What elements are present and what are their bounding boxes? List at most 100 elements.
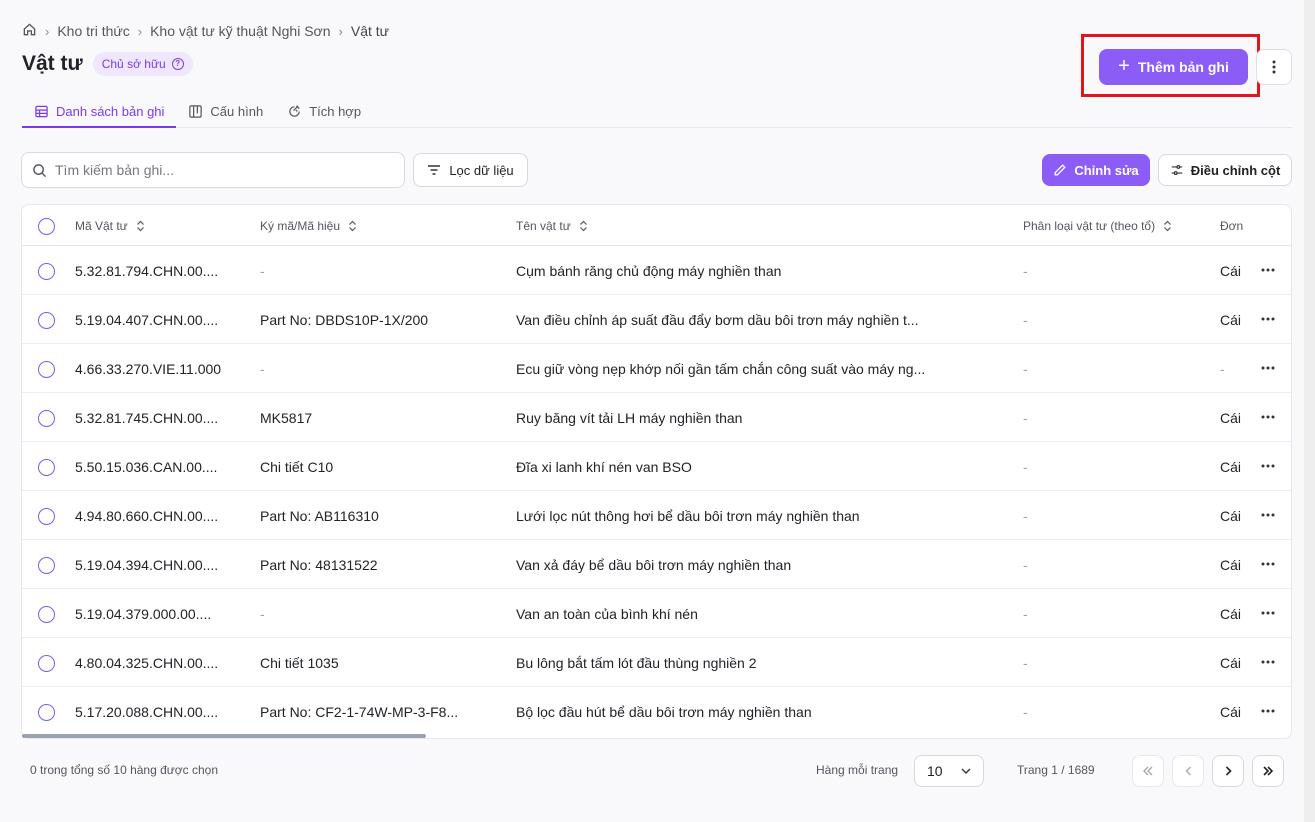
sort-icon <box>1164 220 1172 231</box>
adjust-columns-button[interactable]: Điều chỉnh cột <box>1158 154 1292 186</box>
column-header-unit-label: Đơn <box>1220 218 1244 233</box>
cell-name: Bộ lọc đầu hút bể dầu bôi trơn máy nghiề… <box>516 703 812 720</box>
select-all-radio[interactable] <box>38 218 55 235</box>
sliders-icon <box>1171 165 1182 175</box>
horizontal-ellipsis-icon <box>1261 415 1275 419</box>
layout-icon <box>189 105 203 118</box>
search-box[interactable] <box>21 152 405 188</box>
horizontal-ellipsis-icon <box>1261 268 1275 272</box>
chevron-right-icon <box>1225 766 1232 776</box>
table-row[interactable]: 5.32.81.745.CHN.00.... MK5817 Ruy băng vít… <box>22 393 1291 442</box>
row-select-radio[interactable] <box>38 459 55 476</box>
next-page-button[interactable] <box>1212 755 1244 787</box>
last-page-button[interactable] <box>1252 755 1284 787</box>
rows-per-page-value: 10 <box>927 763 943 779</box>
row-select-radio[interactable] <box>38 410 55 427</box>
cell-name: Ecu giữ vòng nẹp khớp nối gần tấm chắn c… <box>516 360 926 377</box>
row-select-radio[interactable] <box>38 263 55 280</box>
cell-unit: Cái <box>1220 409 1242 426</box>
table-row[interactable]: 5.32.81.794.CHN.00.... - Cụm bánh răng chủ… <box>22 246 1291 295</box>
search-icon <box>33 163 47 177</box>
filter-button[interactable]: Lọc dữ liệu <box>413 153 528 187</box>
row-select-radio[interactable] <box>38 606 55 623</box>
column-header-category[interactable]: Phân loại vật tư (theo tổ) <box>1023 205 1172 246</box>
row-select-radio[interactable] <box>38 704 55 721</box>
cell-code: 4.94.80.660.CHN.00.... <box>75 507 219 524</box>
cell-mark: - <box>260 605 265 622</box>
add-record-button[interactable]: + Thêm bản ghi <box>1099 49 1248 85</box>
cell-name: Van điều chỉnh áp suất đầu đẩy bơm dầu b… <box>516 311 919 328</box>
row-actions-button[interactable] <box>1258 309 1278 329</box>
rows-per-page-select[interactable]: 10 <box>914 755 984 787</box>
filter-icon <box>428 165 441 175</box>
horizontal-ellipsis-icon <box>1261 611 1275 615</box>
column-header-unit[interactable]: Đơn <box>1220 205 1243 246</box>
cell-code: 4.80.04.325.CHN.00.... <box>75 654 219 671</box>
horizontal-ellipsis-icon <box>1261 366 1275 370</box>
row-actions-button[interactable] <box>1258 652 1278 672</box>
row-actions-button[interactable] <box>1258 358 1278 378</box>
tab-record-list[interactable]: Danh sách bản ghi <box>22 96 177 128</box>
cell-mark: - <box>260 262 265 279</box>
table-row[interactable]: 5.50.15.036.CAN.00.... Chi tiết C10 Đĩa xi… <box>22 442 1291 491</box>
pencil-icon <box>1054 164 1067 176</box>
table-row[interactable]: 4.66.33.270.VIE.11.000 - Ecu giữ vòng nẹp … <box>22 344 1291 393</box>
breadcrumb-item-warehouse[interactable]: Kho vật tư kỹ thuật Nghi Sơn <box>150 23 330 39</box>
cell-code: 4.66.33.270.VIE.11.000 <box>75 360 222 377</box>
row-actions-button[interactable] <box>1258 603 1278 623</box>
chevron-right-icon: › <box>137 23 143 39</box>
integration-icon <box>289 105 300 117</box>
column-header-mark[interactable]: Ký mã/Mã hiệu <box>260 205 357 246</box>
cell-unit: Cái <box>1220 654 1242 671</box>
horizontal-ellipsis-icon <box>1261 660 1275 664</box>
cell-mark: Chi tiết C10 <box>260 458 334 475</box>
cell-code: 5.19.04.379.000.00.... <box>75 605 212 622</box>
first-page-button[interactable] <box>1132 755 1164 787</box>
edit-button[interactable]: Chỉnh sửa <box>1042 154 1150 186</box>
row-select-radio[interactable] <box>38 508 55 525</box>
row-select-radio[interactable] <box>38 655 55 672</box>
cell-category: - <box>1023 409 1028 426</box>
chevrons-left-icon <box>1143 766 1153 776</box>
row-actions-button[interactable] <box>1258 260 1278 280</box>
row-actions-button[interactable] <box>1258 456 1278 476</box>
table-row[interactable]: 5.17.20.088.CHN.00.... Part No: CF2-1-74W… <box>22 687 1291 736</box>
previous-page-button[interactable] <box>1172 755 1204 787</box>
table-row[interactable]: 4.94.80.660.CHN.00.... Part No: AB116310 L… <box>22 491 1291 540</box>
row-select-radio[interactable] <box>38 557 55 574</box>
row-actions-button[interactable] <box>1258 554 1278 574</box>
cell-mark: MK5817 <box>260 409 313 426</box>
owner-badge: Chủ sở hữu ? <box>92 52 193 76</box>
help-icon[interactable]: ? <box>171 58 184 70</box>
tab-integration-label: Tích hợp <box>309 104 362 119</box>
row-select-radio[interactable] <box>38 312 55 329</box>
table-row[interactable]: 5.19.04.407.CHN.00.... Part No: DBDS10P-1… <box>22 295 1291 344</box>
row-actions-button[interactable] <box>1258 505 1278 525</box>
tab-integration[interactable]: Tích hợp <box>275 96 373 127</box>
search-input[interactable] <box>55 162 375 178</box>
cell-mark: Part No: CF2-1-74W-MP-3-F8... <box>260 703 459 720</box>
table-row[interactable]: 4.80.04.325.CHN.00.... Chi tiết 1035 Bu lô… <box>22 638 1291 687</box>
breadcrumb-item-current: Vật tư <box>350 23 390 39</box>
cell-code: 5.32.81.794.CHN.00.... <box>75 262 219 279</box>
column-header-category-label: Phân loại vật tư (theo tổ) <box>1023 218 1156 233</box>
row-actions-button[interactable] <box>1258 407 1278 427</box>
more-options-button[interactable] <box>1256 49 1292 85</box>
row-select-radio[interactable] <box>38 361 55 378</box>
cell-unit: Cái <box>1220 507 1242 524</box>
column-header-name[interactable]: Tên vật tư <box>516 205 588 246</box>
cell-name: Ruy băng vít tải LH máy nghiền than <box>516 409 743 426</box>
breadcrumb-item-knowledge[interactable]: Kho tri thức <box>57 23 129 39</box>
tab-config[interactable]: Cấu hình <box>176 96 275 127</box>
table-row[interactable]: 5.19.04.379.000.00.... - Van an toàn của b… <box>22 589 1291 638</box>
horizontal-scrollbar[interactable] <box>22 734 426 738</box>
row-actions-button[interactable] <box>1258 701 1278 721</box>
table-row[interactable]: 5.19.04.394.CHN.00.... Part No: 48131522 V… <box>22 540 1291 589</box>
cell-unit: - <box>1220 360 1225 377</box>
home-icon[interactable] <box>22 22 37 40</box>
cell-mark: Part No: DBDS10P-1X/200 <box>260 311 429 328</box>
adjust-columns-label: Điều chỉnh cột <box>1190 162 1281 178</box>
chevrons-right-icon <box>1263 766 1274 776</box>
column-header-code[interactable]: Mã Vật tư <box>75 205 145 246</box>
column-header-mark-label: Ký mã/Mã hiệu <box>260 218 341 233</box>
